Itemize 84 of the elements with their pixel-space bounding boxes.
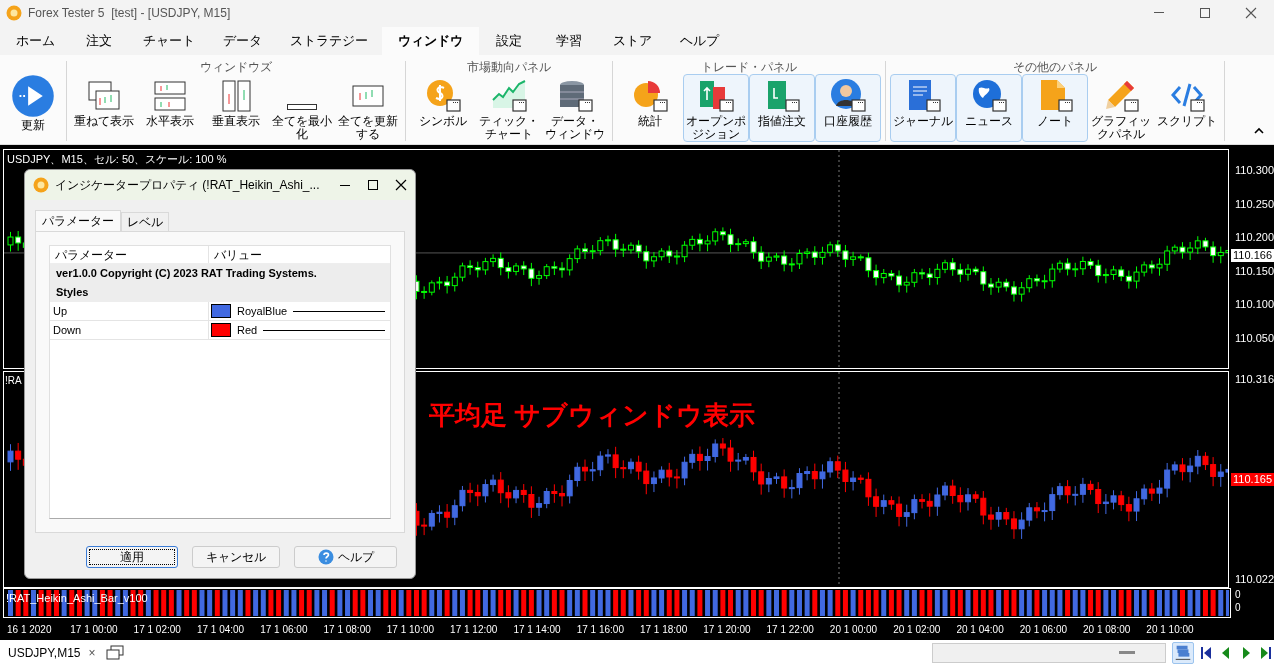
time-label: 20 1 10:00 bbox=[1146, 622, 1195, 637]
overlay-caption: 平均足 サブウィンドウ表示 bbox=[429, 398, 756, 432]
ribbon-button[interactable]: データ・ウィンドウ bbox=[542, 74, 608, 142]
price-label: 110.022 bbox=[1235, 573, 1274, 587]
ribbon-button[interactable]: オープンポジション bbox=[683, 74, 749, 142]
window-title: Forex Tester 5 [test] - [USDJPY, M15] bbox=[28, 4, 231, 22]
time-label: 17 1 02:00 bbox=[133, 622, 182, 637]
price-label: 110.300 bbox=[1235, 164, 1274, 177]
price-label: 110.100 bbox=[1235, 298, 1274, 311]
strip-axis-label: 0 bbox=[1235, 601, 1242, 615]
ribbon-button[interactable]: シンボル bbox=[410, 74, 476, 142]
time-label: 17 1 00:00 bbox=[70, 622, 119, 637]
time-label: 20 1 02:00 bbox=[893, 622, 942, 637]
parameter-name: Down bbox=[50, 321, 209, 339]
ribbon-button[interactable]: 指値注文 bbox=[749, 74, 815, 142]
time-label: 20 1 04:00 bbox=[956, 622, 1005, 637]
time-label: 17 1 08:00 bbox=[323, 622, 372, 637]
time-label: 17 1 12:00 bbox=[450, 622, 499, 637]
time-label: 20 1 06:00 bbox=[1019, 622, 1068, 637]
menu-tab[interactable]: ホーム bbox=[2, 27, 69, 55]
ribbon-button[interactable]: グラフィックパネル bbox=[1088, 74, 1154, 142]
strip-label: !RAT_Heikin_Ashi_Bar_v100 bbox=[6, 591, 148, 607]
current-price-label: 110.165 bbox=[1231, 472, 1274, 486]
menu-tab[interactable]: チャート bbox=[129, 27, 209, 55]
time-label: 17 1 14:00 bbox=[513, 622, 562, 637]
price-label: 110.050 bbox=[1235, 331, 1274, 345]
column-header[interactable]: パラメーター bbox=[50, 246, 209, 263]
price-label: 110.316 bbox=[1235, 372, 1274, 386]
menu-tab[interactable]: ウィンドウ bbox=[382, 27, 479, 55]
ribbon-button[interactable]: ニュース bbox=[956, 74, 1022, 142]
group-heading: ver1.0.0 Copyright (C) 2023 RAT Trading Systems. bbox=[56, 266, 317, 282]
apply-button[interactable]: 適用 bbox=[86, 546, 178, 568]
group-title: トレード・パネル bbox=[701, 61, 797, 74]
current-price-label: 110.166 bbox=[1231, 249, 1274, 262]
ribbon-button[interactable]: 統計 bbox=[617, 74, 683, 142]
time-label: 16 1 2020 bbox=[7, 622, 53, 637]
ribbon-button[interactable]: 全てを最小化 bbox=[269, 74, 335, 142]
time-label: 17 1 04:00 bbox=[196, 622, 246, 637]
ribbon-button[interactable]: スクリプト bbox=[1154, 74, 1220, 142]
menu-tab[interactable]: ヘルプ bbox=[666, 27, 733, 55]
group-title: 市場動向パネル bbox=[467, 61, 551, 74]
price-label: 110.200 bbox=[1235, 231, 1274, 244]
chart-info: USDJPY、M15、セル: 50、スケール: 100 % bbox=[7, 152, 227, 167]
chart-tab[interactable]: USDJPY,M15 bbox=[8, 643, 81, 662]
group-title: その他のパネル bbox=[1013, 61, 1097, 74]
ribbon-button[interactable]: ティック・チャート bbox=[476, 74, 542, 142]
ribbon-button[interactable]: 水平表示 bbox=[137, 74, 203, 142]
time-label: 17 1 06:00 bbox=[260, 622, 309, 637]
subwindow-label: !RA bbox=[5, 373, 22, 388]
dialog-tab[interactable]: パラメーター bbox=[35, 210, 121, 231]
strip-axis-label: 0 bbox=[1235, 588, 1242, 602]
ribbon-button[interactable]: ジャーナル bbox=[890, 74, 956, 142]
time-label: 20 1 00:00 bbox=[829, 622, 879, 637]
group-title: ウィンドウズ bbox=[200, 61, 272, 74]
dialog-tab[interactable]: レベル bbox=[121, 212, 169, 231]
menu-tab[interactable]: 設定 bbox=[479, 27, 539, 55]
time-label: 17 1 10:00 bbox=[386, 622, 436, 637]
ribbon-button[interactable]: 全てを更新する bbox=[335, 74, 401, 142]
color-value: RoyalBlue bbox=[237, 303, 288, 319]
ribbon-button[interactable]: 口座履歴 bbox=[815, 74, 881, 142]
close-tab-button[interactable]: × bbox=[88, 643, 96, 662]
time-label: 17 1 18:00 bbox=[639, 622, 689, 637]
menu-tab[interactable]: データ bbox=[209, 27, 276, 55]
time-label: 17 1 22:00 bbox=[766, 622, 815, 637]
cancel-button[interactable]: キャンセル bbox=[192, 546, 280, 568]
menu-tab[interactable]: 注文 bbox=[69, 27, 129, 55]
price-label: 110.250 bbox=[1235, 197, 1274, 211]
ribbon-button[interactable]: ノート bbox=[1022, 74, 1088, 142]
menu-tab[interactable]: 学習 bbox=[539, 27, 599, 55]
ribbon-button[interactable]: 重ねて表示 bbox=[71, 74, 137, 142]
price-label: 110.150 bbox=[1235, 264, 1274, 278]
column-header[interactable]: バリュー bbox=[209, 246, 390, 263]
menu-tab[interactable]: ストア bbox=[599, 27, 666, 55]
dialog-title: インジケータープロパティ (!RAT_Heikin_Ashi_... bbox=[55, 177, 320, 194]
color-value: Red bbox=[237, 322, 258, 338]
menu-tab[interactable]: ストラテジー bbox=[276, 27, 382, 55]
ribbon-button[interactable]: 垂直表示 bbox=[203, 74, 269, 142]
ribbon-button[interactable]: 更新 bbox=[4, 73, 62, 141]
time-label: 17 1 16:00 bbox=[576, 622, 625, 637]
time-label: 20 1 08:00 bbox=[1083, 622, 1132, 637]
parameter-name: Up bbox=[50, 302, 209, 320]
group-heading: Styles bbox=[56, 285, 89, 301]
time-label: 17 1 20:00 bbox=[703, 622, 752, 637]
help-button[interactable]: ヘルプ bbox=[294, 546, 397, 568]
